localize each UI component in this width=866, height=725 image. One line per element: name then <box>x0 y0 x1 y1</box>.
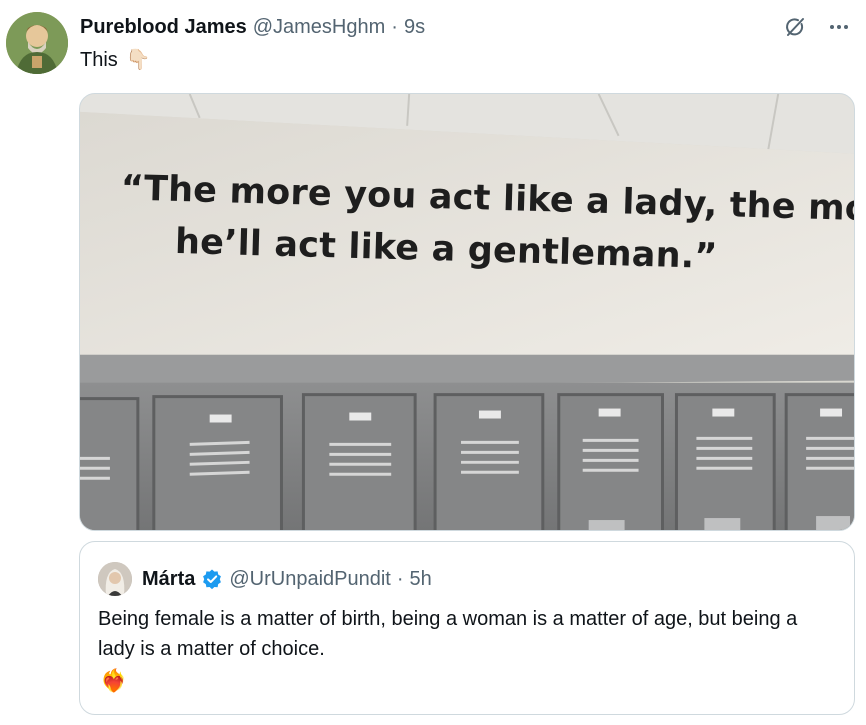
locker-room-photo <box>80 94 854 530</box>
author-handle[interactable]: @JamesHghm <box>253 14 386 40</box>
grok-icon[interactable] <box>782 14 808 40</box>
heart-on-fire-emoji: ❤️‍🔥 <box>100 668 128 693</box>
tweet-text: This 👇🏻 <box>80 46 151 74</box>
tweet-photo[interactable]: “The more you act like a lady, the more … <box>79 93 855 531</box>
quoted-tweet[interactable]: Márta @UrUnpaidPundit · 5h Being female … <box>79 541 855 715</box>
quoted-author-name[interactable]: Márta <box>142 566 195 592</box>
quoted-tweet-text: Being female is a matter of birth, being… <box>98 608 798 660</box>
avatar-illustration <box>6 12 68 74</box>
header-actions <box>782 14 852 40</box>
author-avatar[interactable] <box>6 12 68 74</box>
tweet-timestamp[interactable]: 9s <box>404 14 425 40</box>
quoted-author-handle[interactable]: @UrUnpaidPundit <box>229 566 391 592</box>
tweet-header: Pureblood James @JamesHghm · 9s <box>80 14 425 40</box>
tweet[interactable]: Pureblood James @JamesHghm · 9s This 👇🏻 <box>0 0 866 725</box>
author-name[interactable]: Pureblood James <box>80 14 247 40</box>
tweet-text-body: This <box>80 49 118 71</box>
separator: · <box>391 16 398 38</box>
pointing-down-emoji: 👇🏻 <box>125 49 151 71</box>
quoted-author-avatar[interactable] <box>98 562 132 596</box>
wall-quote: “The more you act like a lady, the more … <box>80 161 854 287</box>
more-icon[interactable] <box>826 14 852 40</box>
quoted-tweet-header: Márta @UrUnpaidPundit · 5h <box>98 562 432 596</box>
verified-badge-icon <box>201 568 223 590</box>
quoted-separator: · <box>396 568 404 590</box>
quoted-tweet-timestamp[interactable]: 5h <box>410 566 432 592</box>
